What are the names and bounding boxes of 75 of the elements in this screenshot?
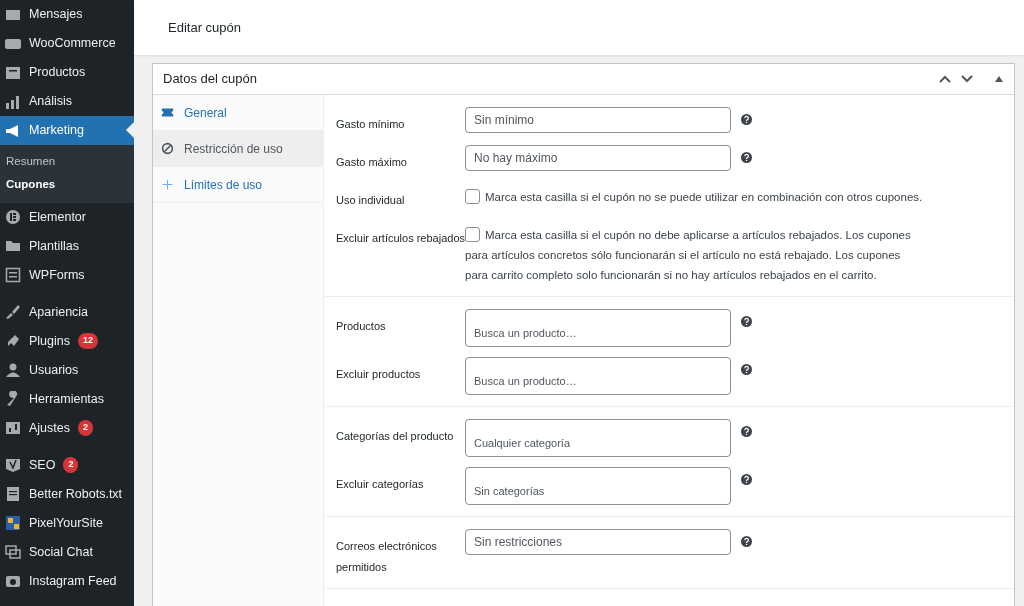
help-icon[interactable]: [741, 425, 752, 437]
submenu-item[interactable]: Resumen: [0, 150, 134, 174]
field-label: Excluir productos: [336, 366, 422, 382]
archive-box-icon: [5, 64, 21, 81]
sidebar-item[interactable]: Mensajes: [0, 0, 134, 29]
search-select-field[interactable]: Busca un producto…: [465, 308, 731, 347]
checkbox[interactable]: [465, 226, 480, 242]
sidebar-item[interactable]: Productos: [0, 58, 134, 87]
sidebar-item[interactable]: Social Chat: [0, 537, 134, 567]
notification-count-badge: 2: [63, 457, 79, 473]
document-icon: [5, 486, 21, 502]
input-field[interactable]: No hay máximo: [465, 144, 731, 171]
field-label: Gasto máximo: [336, 154, 408, 170]
input-field[interactable]: Sin mínimo: [465, 107, 731, 133]
grid-squares-icon: [5, 515, 21, 531]
ticket-icon: [161, 106, 174, 119]
sidebar-item[interactable]: Usuarios: [0, 355, 134, 385]
submenu-item[interactable]: Cupones: [0, 173, 134, 197]
sidebar-item[interactable]: Instagram Feed: [0, 566, 134, 596]
camera-icon: [5, 573, 21, 589]
search-select-field[interactable]: Busca un producto…: [465, 356, 731, 395]
field-label: Excluir artículos rebajados: [336, 230, 465, 246]
prohibited-icon: [161, 142, 174, 155]
sidebar-item[interactable]: WPForms: [0, 260, 134, 290]
page-title: Editar cupón: [168, 18, 241, 37]
form-icon: [5, 267, 21, 283]
field-label: Categorías del producto: [336, 428, 455, 444]
crosshair-icon: [161, 178, 174, 191]
y-shield-icon: [5, 457, 21, 473]
field-label: Correos electrónicos permitidos: [336, 538, 438, 575]
search-select-field[interactable]: Sin categorías: [465, 466, 731, 505]
sidebar-item[interactable]: Apariencia: [0, 297, 134, 327]
help-icon[interactable]: [741, 151, 752, 163]
sidebar-item[interactable]: PixelYourSite: [0, 508, 134, 538]
sidebar-item[interactable]: Plugins 12: [0, 326, 134, 356]
paintbrush-icon: [5, 304, 21, 320]
help-icon[interactable]: [741, 315, 752, 327]
notification-count-badge: 12: [78, 333, 98, 349]
checkbox[interactable]: [465, 188, 480, 204]
panel-tab[interactable]: Límites de uso: [153, 167, 323, 203]
help-icon[interactable]: [741, 535, 752, 547]
plug-icon: [5, 333, 21, 349]
megaphone-icon: [5, 122, 21, 139]
sidebar-item[interactable]: Better Robots.txt: [0, 479, 134, 509]
sidebar-item[interactable]: Ajustes 2: [0, 413, 134, 443]
help-icon[interactable]: [741, 114, 752, 125]
folder-icon: [5, 238, 21, 254]
sidebar-item[interactable]: WooCommerce: [0, 29, 134, 58]
notification-count-badge: 2: [78, 420, 93, 436]
field-label: Excluir categorías: [336, 476, 425, 492]
field-label: Productos: [336, 318, 387, 334]
sidebar-item[interactable]: Plantillas: [0, 231, 134, 261]
panel-tab[interactable]: Restricción de uso: [153, 131, 323, 167]
sidebar-item[interactable]: Marketing: [0, 116, 134, 145]
sidebar-item[interactable]: SEO 2: [0, 450, 134, 480]
input-field[interactable]: Sin restricciones: [465, 528, 731, 555]
chevron-down-icon[interactable]: [960, 74, 974, 84]
field-label: Gasto mínimo: [336, 117, 406, 132]
checkbox-description: Marca esta casilla si el cupón no debe aplicarse a artículos rebajados. Los cupones para artículos concretos sólo funcionarán si el artículo no está rebajado. Los cupones para carrito completo solo funcionarán si no hay artículos rebajados en el carrito.: [465, 225, 912, 283]
panel-title: Datos del cupón: [163, 70, 257, 89]
sidebar-item[interactable]: Análisis: [0, 87, 134, 116]
speech-bubbles-icon: [5, 544, 21, 560]
circle-letter-icon: [5, 209, 21, 225]
help-icon[interactable]: [741, 473, 752, 485]
help-icon[interactable]: [741, 363, 752, 375]
field-label: Uso individual: [336, 192, 406, 208]
sliders-icon: [5, 420, 21, 436]
checkbox-description: Marca esta casilla si el cupón no se puede utilizar en combinación con otros cupones.: [465, 182, 923, 207]
user-icon: [5, 362, 21, 378]
bar-chart-icon: [5, 93, 21, 110]
sidebar-item[interactable]: Herramientas: [0, 384, 134, 414]
chevron-up-icon[interactable]: [938, 74, 952, 84]
sidebar-item[interactable]: Elementor: [0, 202, 134, 232]
collapse-triangle-icon[interactable]: [994, 75, 1004, 83]
search-select-field[interactable]: Cualquier categoría: [465, 418, 731, 457]
